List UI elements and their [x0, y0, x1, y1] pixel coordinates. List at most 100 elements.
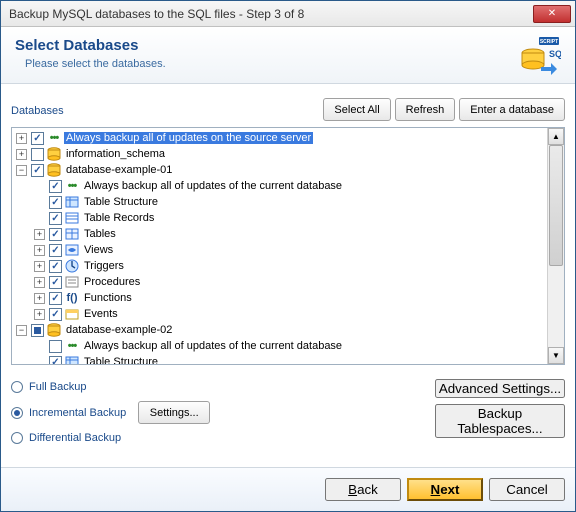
- titlebar[interactable]: Backup MySQL databases to the SQL files …: [1, 1, 575, 27]
- checkbox[interactable]: [49, 356, 62, 365]
- checkbox[interactable]: [49, 276, 62, 289]
- scroll-thumb[interactable]: [549, 145, 563, 266]
- backup-options: Full Backup Incremental Backup Settings.…: [1, 373, 575, 452]
- checkbox[interactable]: [49, 212, 62, 225]
- views-icon: [64, 242, 80, 258]
- records-icon: [64, 210, 80, 226]
- tree-item-label: Tables: [82, 228, 118, 240]
- expander-blank: [34, 181, 45, 192]
- svg-text:SCRIPT: SCRIPT: [540, 39, 558, 45]
- trig-icon: [64, 258, 80, 274]
- wizard-footer: Back Next Cancel: [1, 467, 575, 511]
- checkbox[interactable]: [49, 292, 62, 305]
- proc-icon: [64, 274, 80, 290]
- checkbox[interactable]: [31, 148, 44, 161]
- refresh-button[interactable]: Refresh: [395, 98, 456, 121]
- collapse-icon[interactable]: −: [16, 325, 27, 336]
- checkbox[interactable]: [49, 228, 62, 241]
- tree-row[interactable]: Table Structure: [12, 354, 547, 364]
- struct-icon: [64, 194, 80, 210]
- incremental-backup-radio[interactable]: Incremental Backup: [11, 407, 126, 419]
- tree-row[interactable]: + f()Functions: [12, 290, 547, 306]
- scroll-up-button[interactable]: ▲: [548, 128, 564, 145]
- tree-row[interactable]: −database-example-01: [12, 162, 547, 178]
- expand-icon[interactable]: +: [34, 245, 45, 256]
- dots-icon: •••: [64, 338, 80, 354]
- back-button[interactable]: Back: [325, 478, 401, 501]
- scroll-down-button[interactable]: ▼: [548, 347, 564, 364]
- tree-row[interactable]: + Procedures: [12, 274, 547, 290]
- expand-icon[interactable]: +: [34, 229, 45, 240]
- tree-item-label: Events: [82, 308, 120, 320]
- checkbox[interactable]: [49, 196, 62, 209]
- expand-icon[interactable]: +: [34, 309, 45, 320]
- tree-row[interactable]: + Events: [12, 306, 547, 322]
- radio-icon: [11, 432, 23, 444]
- cancel-button[interactable]: Cancel: [489, 478, 565, 501]
- differential-backup-radio[interactable]: Differential Backup: [11, 432, 429, 444]
- checkbox[interactable]: [49, 340, 62, 353]
- collapse-icon[interactable]: −: [16, 165, 27, 176]
- checkbox[interactable]: [49, 308, 62, 321]
- tree-row[interactable]: + Triggers: [12, 258, 547, 274]
- scroll-track[interactable]: [548, 145, 564, 347]
- wizard-window: Backup MySQL databases to the SQL files …: [0, 0, 576, 512]
- tree-item-label: Procedures: [82, 276, 142, 288]
- select-all-button[interactable]: Select All: [323, 98, 390, 121]
- wizard-header: Select Databases Please select the datab…: [1, 27, 575, 84]
- checkbox[interactable]: [49, 260, 62, 273]
- page-subtitle: Please select the databases.: [25, 58, 517, 70]
- incremental-settings-button[interactable]: Settings...: [138, 401, 210, 424]
- window-title: Backup MySQL databases to the SQL files …: [9, 7, 533, 21]
- tree-item-label: database-example-02: [64, 324, 174, 336]
- enter-database-button[interactable]: Enter a database: [459, 98, 565, 121]
- tree-row[interactable]: •••Always backup all of updates of the c…: [12, 338, 547, 354]
- tree-item-label: Always backup all of updates of the curr…: [82, 340, 344, 352]
- db-icon: [46, 146, 62, 162]
- database-tree-container: +•••Always backup all of updates on the …: [11, 127, 565, 365]
- dots-icon: •••: [46, 130, 62, 146]
- tree-row[interactable]: + •••Always backup all of updates on the …: [12, 130, 547, 146]
- database-tree[interactable]: +•••Always backup all of updates on the …: [12, 128, 547, 364]
- dots-icon: •••: [64, 178, 80, 194]
- checkbox[interactable]: [49, 244, 62, 257]
- expander-blank: [34, 341, 45, 352]
- func-icon: f(): [64, 290, 80, 306]
- checkbox[interactable]: [31, 324, 44, 337]
- expand-icon[interactable]: +: [16, 149, 27, 160]
- tree-scrollbar[interactable]: ▲ ▼: [547, 128, 564, 364]
- backup-type-radios: Full Backup Incremental Backup Settings.…: [11, 377, 429, 444]
- tree-item-label: Triggers: [82, 260, 126, 272]
- tree-row[interactable]: Table Structure: [12, 194, 547, 210]
- db-icon: [46, 322, 62, 338]
- expand-icon[interactable]: +: [16, 133, 27, 144]
- tree-row[interactable]: − database-example-02: [12, 322, 547, 338]
- tree-item-label: Table Structure: [82, 196, 160, 208]
- full-backup-radio[interactable]: Full Backup: [11, 381, 429, 393]
- tree-row[interactable]: + Tables: [12, 226, 547, 242]
- tree-item-label: Functions: [82, 292, 134, 304]
- close-icon: ✕: [548, 8, 556, 19]
- tree-row[interactable]: + information_schema: [12, 146, 547, 162]
- tree-row[interactable]: + Views: [12, 242, 547, 258]
- checkbox[interactable]: [31, 164, 44, 177]
- tree-row[interactable]: Table Records: [12, 210, 547, 226]
- tree-item-label: Table Records: [82, 212, 156, 224]
- next-button[interactable]: Next: [407, 478, 483, 501]
- tree-item-label: information_schema: [64, 148, 167, 160]
- close-button[interactable]: ✕: [533, 5, 571, 23]
- sql-script-icon: SCRIPT SQL: [517, 37, 561, 75]
- expand-icon[interactable]: +: [34, 277, 45, 288]
- tree-row[interactable]: •••Always backup all of updates of the c…: [12, 178, 547, 194]
- expand-icon[interactable]: +: [34, 261, 45, 272]
- tree-item-label: Views: [82, 244, 115, 256]
- checkbox[interactable]: [49, 180, 62, 193]
- struct-icon: [64, 354, 80, 364]
- backup-tablespaces-button[interactable]: Backup Tablespaces...: [435, 404, 565, 438]
- radio-icon: [11, 381, 23, 393]
- tree-item-label: Table Structure: [82, 356, 160, 364]
- tree-item-label: Always backup all of updates on the sour…: [64, 132, 313, 144]
- expand-icon[interactable]: +: [34, 293, 45, 304]
- advanced-settings-button[interactable]: Advanced Settings...: [435, 379, 565, 398]
- checkbox[interactable]: [31, 132, 44, 145]
